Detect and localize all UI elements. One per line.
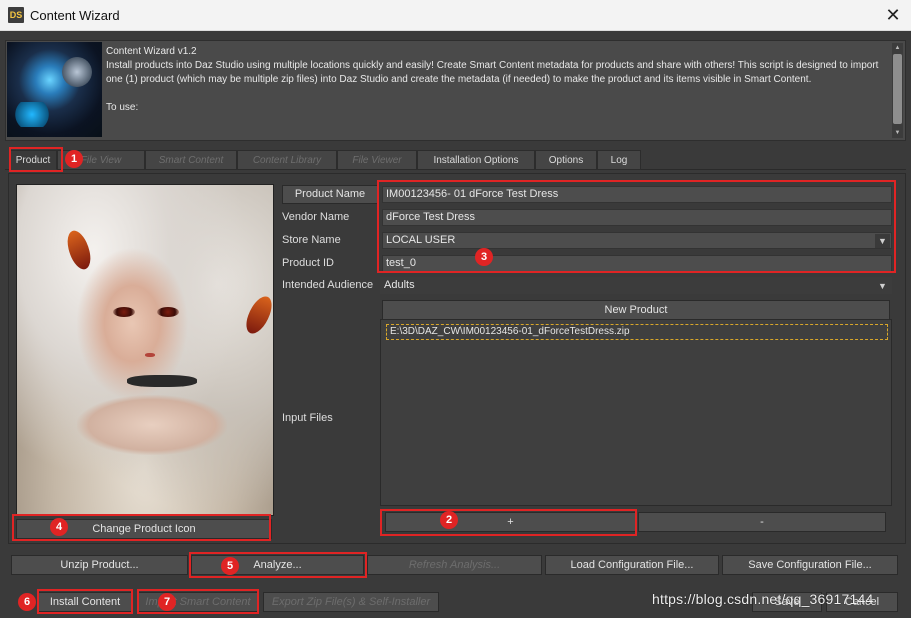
product-id-label: Product ID	[282, 257, 334, 269]
annotation-marker-1: 1	[65, 150, 83, 168]
product-icon-frame	[16, 184, 274, 516]
annotation-marker-3: 3	[475, 248, 493, 266]
intended-audience-value: Adults	[384, 279, 415, 291]
annotation-marker-5: 5	[221, 557, 239, 575]
title-bar: DS Content Wizard ✕	[0, 0, 911, 31]
wizard-banner-image	[7, 42, 102, 137]
product-id-field[interactable]: test_0	[382, 255, 892, 272]
input-file-item[interactable]: E:\3D\DAZ_CW\IM00123456-01_dForceTestDre…	[386, 324, 888, 340]
tab-file-viewer[interactable]: File Viewer	[337, 150, 417, 170]
scroll-down-icon[interactable]: ▼	[892, 128, 903, 138]
save-configuration-button[interactable]: Save Configuration File...	[722, 555, 898, 575]
analyze-button[interactable]: Analyze...	[191, 555, 364, 575]
product-icon-image	[17, 185, 273, 515]
intro-to-use: To use:	[106, 102, 139, 113]
intro-scrollbar[interactable]: ▲ ▼	[892, 43, 903, 138]
store-name-label: Store Name	[282, 234, 341, 246]
vendor-name-field[interactable]: dForce Test Dress	[382, 209, 892, 226]
close-icon[interactable]: ✕	[885, 5, 901, 25]
tab-log[interactable]: Log	[597, 150, 641, 170]
intended-audience-label: Intended Audience	[282, 279, 374, 291]
annotation-marker-6: 6	[18, 593, 36, 611]
install-content-button[interactable]: Install Content	[38, 592, 132, 612]
tab-product[interactable]: Product	[9, 150, 57, 170]
chevron-down-icon[interactable]: ▼	[875, 234, 890, 248]
intended-audience-select[interactable]: Adults ▼	[380, 277, 892, 294]
add-file-button[interactable]: +	[385, 512, 636, 532]
export-zip-button[interactable]: Export Zip File(s) & Self-Installer	[263, 592, 439, 612]
remove-file-button[interactable]: -	[638, 512, 886, 532]
window-title: Content Wizard	[30, 8, 120, 23]
intro-version: Content Wizard v1.2	[106, 46, 197, 57]
import-smart-content-button[interactable]: Import Smart Content	[138, 592, 258, 612]
product-name-button[interactable]: Product Name	[282, 185, 378, 204]
refresh-analysis-button[interactable]: Refresh Analysis...	[367, 555, 542, 575]
store-name-value: LOCAL USER	[386, 234, 456, 246]
intro-description: Install products into Daz Studio using m…	[106, 60, 879, 85]
scroll-thumb[interactable]	[893, 54, 902, 124]
intro-panel: Content Wizard v1.2 Install products int…	[5, 40, 906, 141]
input-files-list[interactable]	[380, 319, 892, 506]
annotation-marker-4: 4	[50, 518, 68, 536]
load-configuration-button[interactable]: Load Configuration File...	[545, 555, 719, 575]
tab-bar: Product File View Smart Content Content …	[5, 150, 906, 170]
chevron-down-icon[interactable]: ▼	[875, 279, 890, 293]
store-name-select[interactable]: LOCAL USER ▼	[382, 232, 892, 249]
unzip-product-button[interactable]: Unzip Product...	[11, 555, 188, 575]
product-panel: Change Product Icon Product Name IM00123…	[8, 173, 906, 544]
vendor-name-label: Vendor Name	[282, 211, 350, 223]
new-product-button[interactable]: New Product	[382, 300, 890, 320]
input-files-label: Input Files	[282, 412, 333, 424]
daz-studio-icon: DS	[8, 7, 24, 23]
scroll-up-icon[interactable]: ▲	[892, 43, 903, 53]
tab-installation-options[interactable]: Installation Options	[417, 150, 535, 170]
annotation-marker-7: 7	[158, 593, 176, 611]
intro-text: Content Wizard v1.2 Install products int…	[106, 45, 891, 129]
tab-options[interactable]: Options	[535, 150, 597, 170]
annotation-marker-2: 2	[440, 511, 458, 529]
product-name-field[interactable]: IM00123456- 01 dForce Test Dress	[382, 186, 892, 203]
tab-smart-content[interactable]: Smart Content	[145, 150, 237, 170]
watermark: https://blog.csdn.net/qq_36917144	[652, 591, 874, 607]
tab-content-library[interactable]: Content Library	[237, 150, 337, 170]
